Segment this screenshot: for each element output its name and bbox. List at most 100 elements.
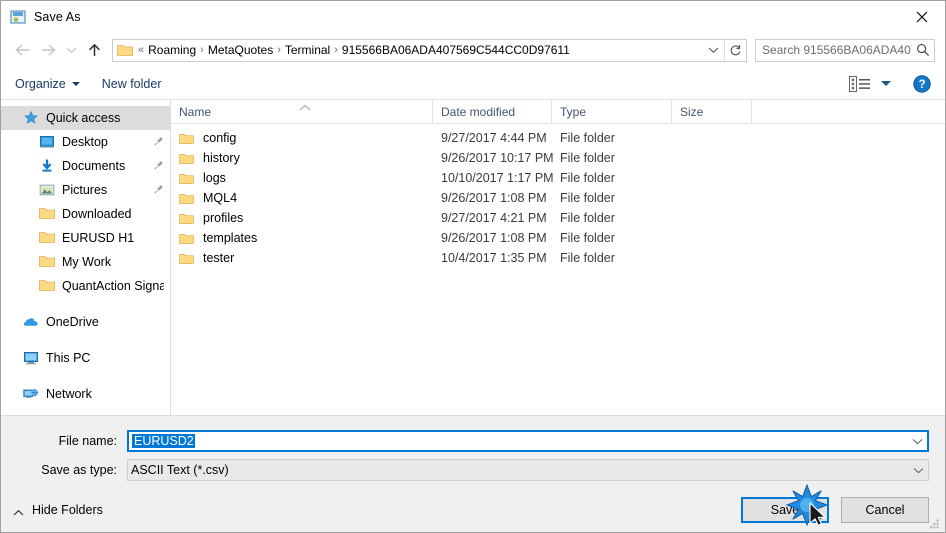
sidebar-item-label: Desktop [62,135,108,149]
close-button[interactable] [899,1,945,32]
sidebar-item-quick-access[interactable]: Quick access [1,106,170,130]
breadcrumb-item-0[interactable]: Roaming [145,43,199,57]
back-button[interactable] [9,37,35,63]
table-row[interactable]: config 9/27/2017 4:44 PM File folder [171,128,945,148]
sidebar-item-documents[interactable]: Documents [1,154,170,178]
breadcrumb-overflow[interactable]: « [137,44,145,56]
sidebar-item-label: Documents [62,159,126,173]
sidebar-item-eurusd-h1[interactable]: EURUSD H1 [1,226,170,250]
file-date-cell: 9/26/2017 1:08 PM [441,231,547,245]
forward-button[interactable] [35,37,61,63]
file-name-combobox[interactable]: EURUSD2 [127,430,929,452]
sidebar-item-network[interactable]: Network [1,382,170,406]
save-as-dialog: Save As « Roaming › MetaQuotes › Termina… [0,0,946,533]
close-icon [916,11,928,22]
pictures-icon [39,182,55,198]
pin-icon [154,183,164,197]
table-row[interactable]: history 9/26/2017 10:17 PM File folder [171,148,945,168]
table-row[interactable]: logs 10/10/2017 1:17 PM File folder [171,168,945,188]
folder-icon [179,192,194,205]
recent-locations-button[interactable] [61,37,81,63]
column-header-date-modified[interactable]: Date modified [433,99,552,124]
table-row[interactable]: templates 9/26/2017 1:08 PM File folder [171,228,945,248]
desktop-icon [39,134,55,150]
breadcrumb-item-2[interactable]: Terminal [282,43,333,57]
save-as-type-combobox[interactable]: ASCII Text (*.csv) [127,459,929,481]
list-view-icon[interactable] [849,75,871,92]
sidebar-item-label: Network [46,387,92,401]
onedrive-icon [23,314,39,330]
file-type-cell: File folder [560,171,615,185]
file-name-cell: history [171,151,433,165]
save-as-app-icon [10,9,26,25]
title-bar: Save As [1,1,945,32]
cancel-button-label: Cancel [865,503,905,517]
column-header-size[interactable]: Size [672,99,752,124]
documents-icon [39,158,55,174]
dialog-button-row: Hide Folders Save Cancel [1,488,945,532]
arrow-left-icon [14,44,29,56]
help-button[interactable]: ? [913,74,931,93]
file-name-input[interactable]: EURUSD2 [132,434,195,448]
search-box[interactable]: Search 915566BA06ADA40756... [755,38,935,62]
sidebar-item-label: OneDrive [46,315,99,329]
up-button[interactable] [81,37,107,63]
refresh-button[interactable] [724,39,746,61]
navigation-bar: « Roaming › MetaQuotes › Terminal › 9155… [1,32,945,68]
breadcrumb: « Roaming › MetaQuotes › Terminal › 9155… [137,43,702,57]
sidebar-item-downloaded[interactable]: Downloaded [1,202,170,226]
organize-button[interactable]: Organize [15,77,80,91]
help-icon: ? [913,74,931,93]
sidebar-item-onedrive[interactable]: OneDrive [1,310,170,334]
hide-folders-button[interactable]: Hide Folders [13,503,103,517]
sidebar-item-label: QuantAction Signal [62,279,164,293]
file-type-cell: File folder [560,131,615,145]
sidebar-item-pictures[interactable]: Pictures [1,178,170,202]
table-row[interactable]: tester 10/4/2017 1:35 PM File folder [171,248,945,268]
chevron-down-icon [913,467,924,473]
cancel-button[interactable]: Cancel [841,497,929,523]
sidebar-item-quantaction-signal[interactable]: QuantAction Signal [1,274,170,298]
file-name-cell: logs [171,171,433,185]
sort-ascending-icon [299,99,311,111]
breadcrumb-item-3[interactable]: 915566BA06ADA407569C544CC0D97611 [339,43,573,57]
file-type-cell: File folder [560,191,615,205]
file-date-cell: 10/4/2017 1:35 PM [441,251,547,265]
save-as-type-value[interactable]: ASCII Text (*.csv) [128,463,909,477]
folder-icon [179,172,194,185]
resize-grip-icon[interactable] [928,516,941,529]
new-folder-button[interactable]: New folder [102,77,162,91]
address-bar[interactable]: « Roaming › MetaQuotes › Terminal › 9155… [112,38,747,62]
file-name-cell: MQL4 [171,191,433,205]
folder-icon [39,206,55,222]
sidebar-item-my-work[interactable]: My Work [1,250,170,274]
file-name-cell: config [171,131,433,145]
save-as-type-dropdown-button[interactable] [909,467,928,474]
chevron-down-icon [708,47,718,54]
table-row[interactable]: MQL4 9/26/2017 1:08 PM File folder [171,188,945,208]
file-name-dropdown-button[interactable] [908,438,927,445]
file-date-cell: 9/27/2017 4:44 PM [441,131,547,145]
this-pc-icon [23,350,39,366]
search-input[interactable]: Search 915566BA06ADA40756... [756,43,912,57]
dialog-body: Quick access Desktop Documents Pictures … [1,99,945,415]
file-name-value[interactable]: EURUSD2 [129,434,908,448]
folder-icon [179,232,194,245]
folder-icon [39,254,55,270]
save-button[interactable]: Save [741,497,829,523]
navigation-pane: Quick access Desktop Documents Pictures … [1,100,171,415]
table-row[interactable]: profiles 9/27/2017 4:21 PM File folder [171,208,945,228]
star-pin-icon [23,110,39,126]
view-dropdown-button[interactable] [881,81,891,86]
window-title: Save As [34,9,81,24]
column-header-type[interactable]: Type [552,99,672,124]
file-name-label: MQL4 [203,191,238,205]
file-rows: config 9/27/2017 4:44 PM File folder his… [171,124,945,415]
address-dropdown-button[interactable] [702,40,724,61]
sidebar-item-this-pc[interactable]: This PC [1,346,170,370]
breadcrumb-item-1[interactable]: MetaQuotes [205,43,276,57]
file-type-cell: File folder [560,211,615,225]
file-name-label: config [203,131,237,145]
folder-icon [39,278,55,294]
sidebar-item-desktop[interactable]: Desktop [1,130,170,154]
